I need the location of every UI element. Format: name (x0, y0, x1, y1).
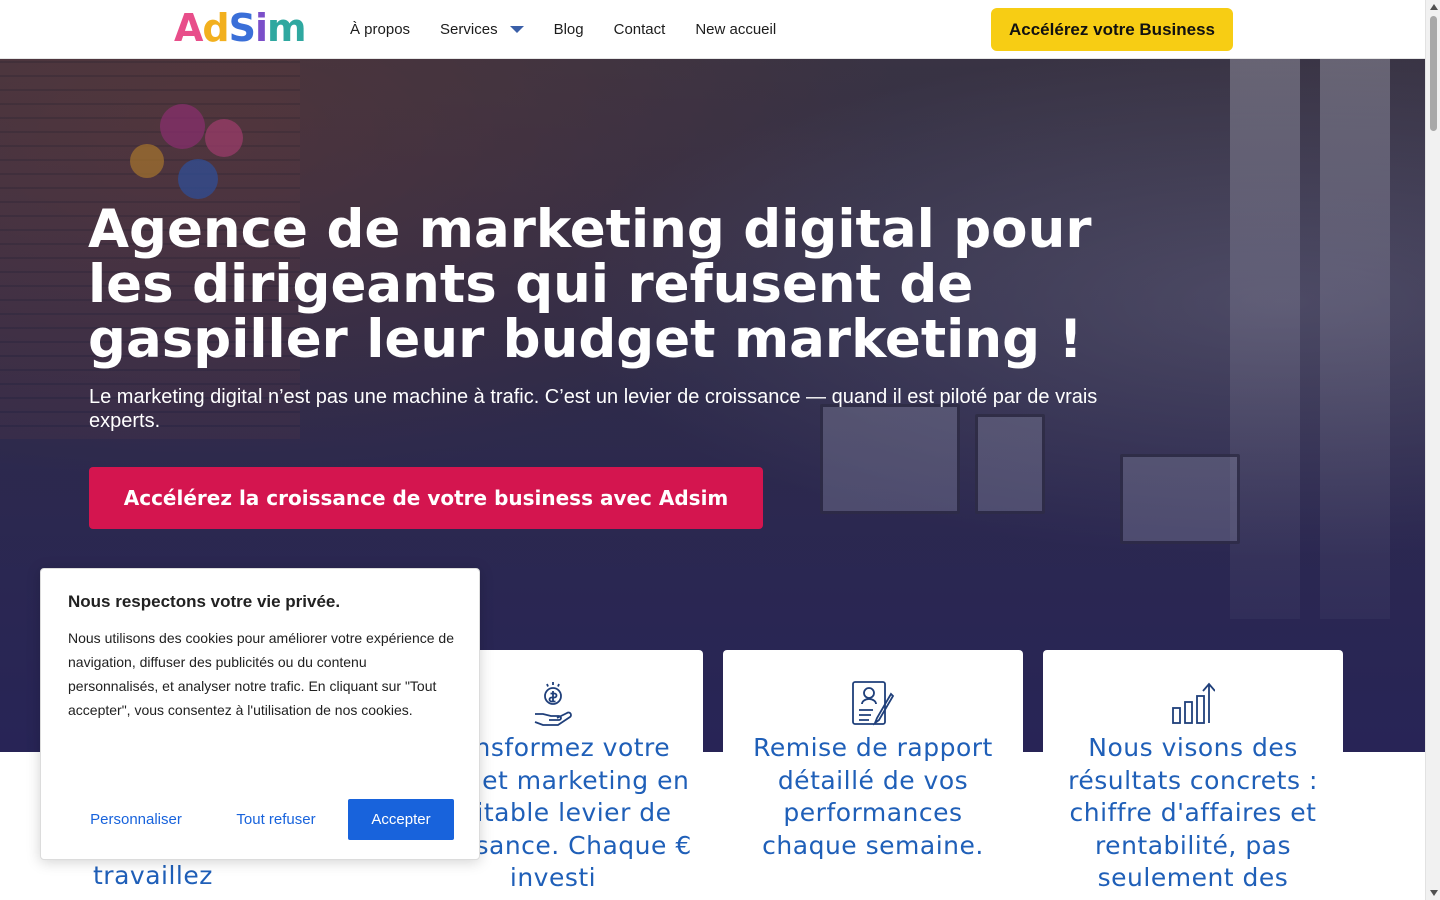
nav-label: Blog (553, 20, 584, 38)
report-icon (852, 681, 895, 726)
nav-label: À propos (350, 20, 411, 38)
feature-card-text: Remise de rapport détaillé de vos perfor… (753, 733, 993, 860)
adsim-logo[interactable]: AdSim (174, 6, 307, 50)
feature-card-4: Nous visons des résultats concrets : chi… (1043, 650, 1343, 900)
nav-item-contact[interactable]: Contact (614, 21, 666, 38)
cookie-accept-button[interactable]: Accepter (348, 799, 454, 840)
hero-cta-button[interactable]: Accélérez la croissance de votre busines… (89, 467, 763, 529)
logo-letter-a: A (174, 6, 203, 50)
header-cta-button[interactable]: Accélérez votre Business (991, 8, 1233, 51)
nav-label: Contact (613, 20, 666, 38)
nav-item-services[interactable]: Services (440, 21, 524, 38)
feature-card-3: Remise de rapport détaillé de vos perfor… (723, 650, 1023, 900)
feature-card-text: travaillez (93, 861, 213, 890)
logo-letter-s: S (228, 6, 256, 50)
nav-item-new-accueil[interactable]: New accueil (695, 21, 776, 38)
logo-letter-d: d (202, 6, 229, 50)
cookie-title: Nous respectons votre vie privée. (68, 592, 341, 611)
feature-card-text: Nous visons des résultats concrets : chi… (1068, 733, 1318, 892)
logo-letter-m: m (267, 6, 307, 50)
hero-title: Agence de marketing digital pour les dir… (88, 199, 1092, 370)
hand-coin-icon (534, 682, 572, 726)
cookie-consent-dialog: Nous respectons votre vie privée. Nous u… (40, 568, 480, 860)
main-nav: À propos Services Blog Contact New accue… (350, 0, 806, 58)
logo-letter-i: i (255, 6, 268, 50)
chevron-down-icon (509, 25, 524, 33)
nav-label: Services (440, 20, 498, 38)
page-scrollbar[interactable] (1425, 0, 1440, 900)
hero-subtitle: Le marketing digital n’est pas une machi… (89, 386, 1098, 432)
scrollbar-thumb[interactable] (1430, 16, 1437, 131)
growth-chart-icon (1172, 682, 1215, 724)
nav-item-blog[interactable]: Blog (554, 21, 584, 38)
site-header: AdSim À propos Services Blog Contact New… (0, 0, 1425, 59)
nav-item-a-propos[interactable]: À propos (350, 21, 410, 38)
nav-label: New accueil (695, 20, 777, 38)
cookie-customize-button[interactable]: Personnaliser (68, 799, 204, 840)
cookie-refuse-button[interactable]: Tout refuser (213, 799, 339, 840)
scroll-up-icon[interactable] (1430, 4, 1438, 10)
cookie-body: Nous utilisons des cookies pour améliore… (68, 630, 454, 718)
scroll-down-icon[interactable] (1430, 890, 1438, 896)
